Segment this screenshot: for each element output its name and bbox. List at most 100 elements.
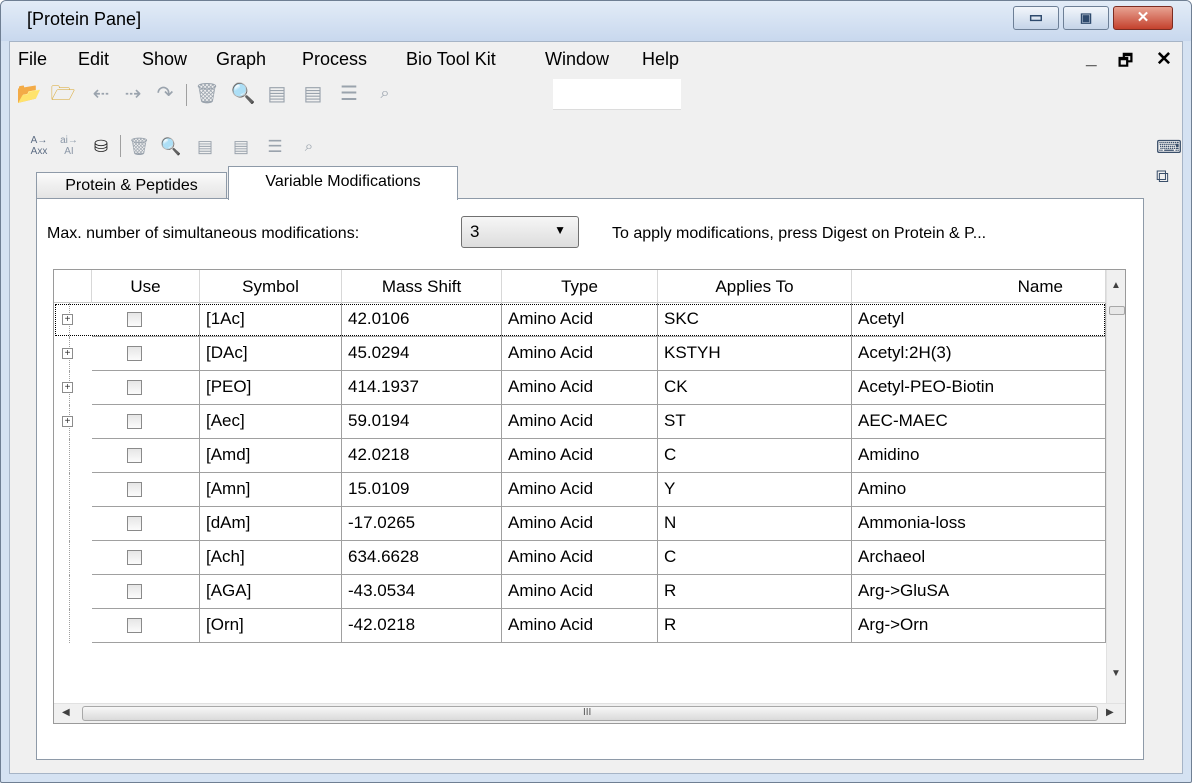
symbol-cell[interactable]: [1Ac] [200, 303, 342, 337]
vertical-scroll-thumb[interactable] [1109, 306, 1125, 315]
symbol-cell[interactable]: [Aec] [200, 405, 342, 439]
mass-shift-cell[interactable]: -43.0534 [342, 575, 502, 609]
expand-icon[interactable]: + [62, 416, 73, 427]
use-cell[interactable] [92, 337, 200, 371]
table-row[interactable]: + [1Ac] 42.0106 Amino Acid SKC Acetyl [54, 303, 1106, 337]
use-checkbox[interactable] [127, 482, 142, 497]
applies-to-cell[interactable]: R [658, 575, 852, 609]
table-view-alt-icon[interactable]: ▤ [300, 81, 326, 107]
mdi-close-button[interactable]: ✕ [1156, 48, 1172, 71]
menu-process[interactable]: Process [302, 49, 367, 70]
use-cell[interactable] [92, 473, 200, 507]
use-checkbox[interactable] [127, 414, 142, 429]
find-icon[interactable]: ⌕ [372, 81, 398, 107]
tab-protein-peptides[interactable]: Protein & Peptides [36, 172, 227, 199]
horizontal-scroll-thumb[interactable]: III [82, 706, 1098, 721]
use-cell[interactable] [92, 303, 200, 337]
symbol-cell[interactable]: [DAc] [200, 337, 342, 371]
name-cell[interactable]: Amino [852, 473, 1106, 507]
header-symbol[interactable]: Symbol [200, 270, 342, 303]
use-checkbox[interactable] [127, 618, 142, 633]
toolbar-field[interactable] [553, 79, 681, 110]
use-cell[interactable] [92, 575, 200, 609]
delete-icon[interactable]: 🗑 [194, 81, 220, 107]
mass-shift-cell[interactable]: 15.0109 [342, 473, 502, 507]
mass-shift-cell[interactable]: 59.0194 [342, 405, 502, 439]
mdi-minimize-button[interactable]: _ [1086, 48, 1097, 70]
copy-icon[interactable]: ⧉ [1156, 166, 1169, 187]
expand-icon[interactable]: + [62, 314, 73, 325]
menu-help[interactable]: Help [642, 49, 679, 70]
applies-to-cell[interactable]: Y [658, 473, 852, 507]
table-row[interactable]: [Ach] 634.6628 Amino Acid C Archaeol [54, 541, 1106, 575]
symbol-cell[interactable]: [Amn] [200, 473, 342, 507]
delete-icon[interactable]: 🗑 [126, 133, 152, 161]
use-checkbox[interactable] [127, 516, 142, 531]
horizontal-scrollbar[interactable]: ◀ III ▶ [54, 703, 1125, 723]
table-view-icon[interactable]: ▤ [264, 81, 290, 107]
expand-icon[interactable]: + [62, 382, 73, 393]
mass-shift-cell[interactable]: -17.0265 [342, 507, 502, 541]
zoom-icon[interactable]: 🔍 [158, 133, 184, 161]
name-cell[interactable]: Ammonia-loss [852, 507, 1106, 541]
use-checkbox[interactable] [127, 312, 142, 327]
mass-shift-cell[interactable]: -42.0218 [342, 609, 502, 643]
redo-icon[interactable]: ⇢ [120, 81, 146, 107]
table-row[interactable]: [Amn] 15.0109 Amino Acid Y Amino [54, 473, 1106, 507]
header-applies-to[interactable]: Applies To [658, 270, 852, 303]
table-row[interactable]: [dAm] -17.0265 Amino Acid N Ammonia-loss [54, 507, 1106, 541]
header-name[interactable]: Name [852, 270, 1106, 303]
find-icon[interactable]: ⌕ [296, 133, 322, 161]
name-cell[interactable]: Acetyl [852, 303, 1106, 337]
type-cell[interactable]: Amino Acid [502, 405, 658, 439]
name-cell[interactable]: Arg->GluSA [852, 575, 1106, 609]
sequence-format-icon[interactable]: A→ Axx [26, 135, 52, 157]
close-button[interactable]: ✕ [1113, 6, 1173, 30]
symbol-cell[interactable]: [Orn] [200, 609, 342, 643]
use-checkbox[interactable] [127, 448, 142, 463]
table-view-icon[interactable]: ▤ [192, 133, 218, 161]
applies-to-cell[interactable]: CK [658, 371, 852, 405]
mass-shift-cell[interactable]: 45.0294 [342, 337, 502, 371]
applies-to-cell[interactable]: N [658, 507, 852, 541]
use-checkbox[interactable] [127, 346, 142, 361]
open-multiple-folder-icon[interactable]: 🗁 [50, 81, 76, 107]
minimize-button[interactable]: ▭ [1013, 6, 1059, 30]
applies-to-cell[interactable]: R [658, 609, 852, 643]
undo-icon[interactable]: ⇠ [88, 81, 114, 107]
scroll-right-icon[interactable]: ▶ [1106, 707, 1114, 718]
applies-to-cell[interactable]: C [658, 439, 852, 473]
use-cell[interactable] [92, 405, 200, 439]
tab-variable-modifications[interactable]: Variable Modifications [228, 166, 458, 200]
zoom-icon[interactable]: 🔍 [230, 81, 256, 107]
open-folder-icon[interactable]: 📂 [16, 81, 42, 107]
name-cell[interactable]: Acetyl-PEO-Biotin [852, 371, 1106, 405]
name-cell[interactable]: Arg->Orn [852, 609, 1106, 643]
use-cell[interactable] [92, 507, 200, 541]
symbol-cell[interactable]: [Amd] [200, 439, 342, 473]
symbol-cell[interactable]: [PEO] [200, 371, 342, 405]
type-cell[interactable]: Amino Acid [502, 575, 658, 609]
name-cell[interactable]: Amidino [852, 439, 1106, 473]
mass-shift-cell[interactable]: 42.0218 [342, 439, 502, 473]
menu-file[interactable]: File [18, 49, 47, 70]
vertical-scrollbar[interactable]: ▲ ▼ [1106, 270, 1125, 703]
use-checkbox[interactable] [127, 380, 142, 395]
applies-to-cell[interactable]: ST [658, 405, 852, 439]
table-row[interactable]: [Orn] -42.0218 Amino Acid R Arg->Orn [54, 609, 1106, 643]
type-cell[interactable]: Amino Acid [502, 303, 658, 337]
list-view-icon[interactable]: ☰ [336, 81, 362, 107]
menu-graph[interactable]: Graph [216, 49, 266, 70]
menu-window[interactable]: Window [545, 49, 609, 70]
type-cell[interactable]: Amino Acid [502, 473, 658, 507]
mdi-restore-button[interactable]: 🗗 [1118, 50, 1133, 77]
mass-shift-cell[interactable]: 414.1937 [342, 371, 502, 405]
type-cell[interactable]: Amino Acid [502, 541, 658, 575]
symbol-cell[interactable]: [AGA] [200, 575, 342, 609]
maximize-button[interactable]: ▣ [1063, 6, 1109, 30]
expand-icon[interactable]: + [62, 348, 73, 359]
header-type[interactable]: Type [502, 270, 658, 303]
use-checkbox[interactable] [127, 550, 142, 565]
table-view-alt-icon[interactable]: ▤ [228, 133, 254, 161]
redo-all-icon[interactable]: ↷ [152, 81, 178, 107]
